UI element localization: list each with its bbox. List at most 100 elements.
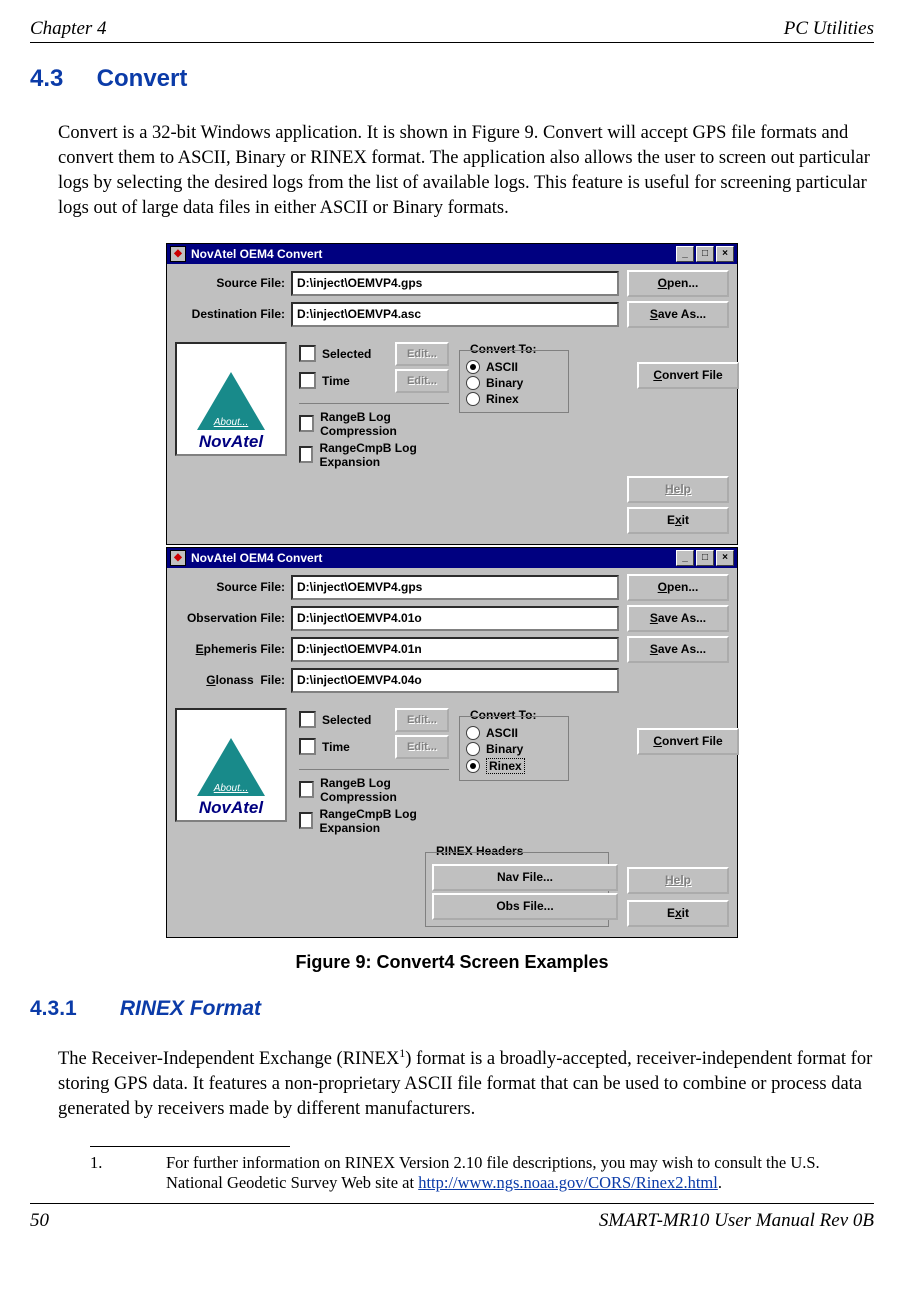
rangeb-checkbox[interactable]: [299, 781, 314, 798]
rinex-label: Rinex: [486, 392, 519, 406]
time-edit-button: Edit...: [395, 369, 449, 393]
binary-radio[interactable]: [466, 742, 480, 756]
selected-edit-button: Edit...: [395, 708, 449, 732]
time-edit-button: Edit...: [395, 735, 449, 759]
selected-checkbox[interactable]: [299, 345, 316, 362]
intro-paragraph: Convert is a 32-bit Windows application.…: [58, 121, 874, 221]
app-icon: ◆: [170, 550, 186, 566]
about-logo[interactable]: About... NovAtel: [175, 342, 287, 456]
nav-file-button[interactable]: Nav File...: [432, 864, 618, 891]
app-icon: ◆: [170, 246, 186, 262]
subsection-number: 4.3.1: [30, 997, 114, 1021]
header-chapter: Chapter 4: [30, 18, 107, 40]
rinex-radio[interactable]: [466, 392, 480, 406]
footnote-separator: [90, 1146, 290, 1147]
page-footer: 50 SMART-MR10 User Manual Rev 0B: [30, 1210, 874, 1246]
rangecmp-label: RangeCmpB Log Expansion: [319, 807, 449, 835]
minimize-button[interactable]: _: [676, 550, 694, 566]
footnote-1: 1. For further information on RINEX Vers…: [90, 1153, 874, 1193]
binary-label: Binary: [486, 376, 523, 390]
footer-rule: [30, 1203, 874, 1204]
glonass-file-label: Glonass File:: [175, 673, 291, 687]
window-title: NovAtel OEM4 Convert: [191, 247, 322, 261]
source-file-field[interactable]: D:\inject\OEMVP4.gps: [291, 271, 619, 296]
time-checkbox[interactable]: [299, 738, 316, 755]
source-file-label: Source File:: [175, 580, 291, 594]
about-label: About...: [214, 783, 248, 794]
rangeb-checkbox[interactable]: [299, 415, 314, 432]
maximize-button[interactable]: □: [696, 246, 714, 262]
page-header: Chapter 4 PC Utilities: [30, 18, 874, 43]
obs-file-button[interactable]: Obs File...: [432, 893, 618, 920]
footnote-link[interactable]: http://www.ngs.noaa.gov/CORS/Rinex2.html: [418, 1173, 718, 1192]
close-button[interactable]: ×: [716, 246, 734, 262]
about-logo[interactable]: About... NovAtel: [175, 708, 287, 822]
convert-window-rinex: ◆ NovAtel OEM4 Convert _ □ × Source File…: [166, 547, 738, 938]
open-button[interactable]: Open...: [627, 574, 729, 601]
rangecmp-checkbox[interactable]: [299, 446, 313, 463]
convert-window-ascii: ◆ NovAtel OEM4 Convert _ □ × Source File…: [166, 243, 738, 545]
help-button: Help: [627, 867, 729, 894]
exit-button[interactable]: Exit: [627, 507, 729, 534]
rangeb-label: RangeB Log Compression: [320, 776, 449, 804]
binary-label: Binary: [486, 742, 523, 756]
rangecmp-checkbox[interactable]: [299, 812, 313, 829]
glonass-file-field[interactable]: D:\inject\OEMVP4.04o: [291, 668, 619, 693]
selected-edit-button: Edit...: [395, 342, 449, 366]
ephemeris-file-field[interactable]: D:\inject\OEMVP4.01n: [291, 637, 619, 662]
section-title: Convert: [97, 65, 188, 92]
ascii-label: ASCII: [486, 360, 518, 374]
manual-title: SMART-MR10 User Manual Rev 0B: [599, 1210, 874, 1232]
selected-checkbox[interactable]: [299, 711, 316, 728]
ephemeris-file-label: Ephemeris File:: [175, 642, 291, 656]
ascii-radio[interactable]: [466, 726, 480, 740]
source-file-field[interactable]: D:\inject\OEMVP4.gps: [291, 575, 619, 600]
about-label: About...: [214, 417, 248, 428]
page-number: 50: [30, 1210, 49, 1232]
rangecmp-label: RangeCmpB Log Expansion: [319, 441, 449, 469]
section-heading: 4.3 Convert: [30, 65, 874, 93]
rinex-label: Rinex: [486, 758, 525, 774]
convert-to-group: ASCII Binary Rinex: [459, 350, 569, 413]
rinex-paragraph: The Receiver-Independent Exchange (RINEX…: [58, 1045, 874, 1122]
titlebar[interactable]: ◆ NovAtel OEM4 Convert _ □ ×: [167, 244, 737, 264]
convert-file-button[interactable]: Convert File: [637, 728, 739, 755]
rangeb-label: RangeB Log Compression: [320, 410, 449, 438]
novatel-brand: NovAtel: [199, 798, 263, 820]
convert-file-button[interactable]: Convert File: [637, 362, 739, 389]
minimize-button[interactable]: _: [676, 246, 694, 262]
open-button[interactable]: Open...: [627, 270, 729, 297]
convert-to-group: ASCII Binary Rinex: [459, 716, 569, 781]
section-number: 4.3: [30, 65, 90, 93]
time-label: Time: [322, 740, 350, 754]
destination-file-label: Destination File:: [175, 307, 291, 321]
maximize-button[interactable]: □: [696, 550, 714, 566]
window-title: NovAtel OEM4 Convert: [191, 551, 322, 565]
saveas-button-2[interactable]: Save As...: [627, 636, 729, 663]
subsection-title: RINEX Format: [120, 997, 261, 1020]
observation-file-label: Observation File:: [175, 611, 291, 625]
binary-radio[interactable]: [466, 376, 480, 390]
help-button: Help: [627, 476, 729, 503]
figure-caption: Figure 9: Convert4 Screen Examples: [30, 952, 874, 973]
close-button[interactable]: ×: [716, 550, 734, 566]
selected-label: Selected: [322, 347, 371, 361]
novatel-brand: NovAtel: [199, 432, 263, 454]
footnote-number: 1.: [90, 1153, 166, 1193]
ascii-label: ASCII: [486, 726, 518, 740]
rinex-radio[interactable]: [466, 759, 480, 773]
exit-button[interactable]: Exit: [627, 900, 729, 927]
subsection-heading: 4.3.1 RINEX Format: [30, 997, 874, 1021]
titlebar[interactable]: ◆ NovAtel OEM4 Convert _ □ ×: [167, 548, 737, 568]
saveas-button[interactable]: Save As...: [627, 605, 729, 632]
saveas-button[interactable]: Save As...: [627, 301, 729, 328]
time-label: Time: [322, 374, 350, 388]
destination-file-field[interactable]: D:\inject\OEMVP4.asc: [291, 302, 619, 327]
rinex-headers-group: Nav File... Obs File...: [425, 852, 609, 927]
figure-9: ◆ NovAtel OEM4 Convert _ □ × Source File…: [30, 243, 874, 973]
time-checkbox[interactable]: [299, 372, 316, 389]
ascii-radio[interactable]: [466, 360, 480, 374]
selected-label: Selected: [322, 713, 371, 727]
observation-file-field[interactable]: D:\inject\OEMVP4.01o: [291, 606, 619, 631]
header-section: PC Utilities: [784, 18, 874, 40]
